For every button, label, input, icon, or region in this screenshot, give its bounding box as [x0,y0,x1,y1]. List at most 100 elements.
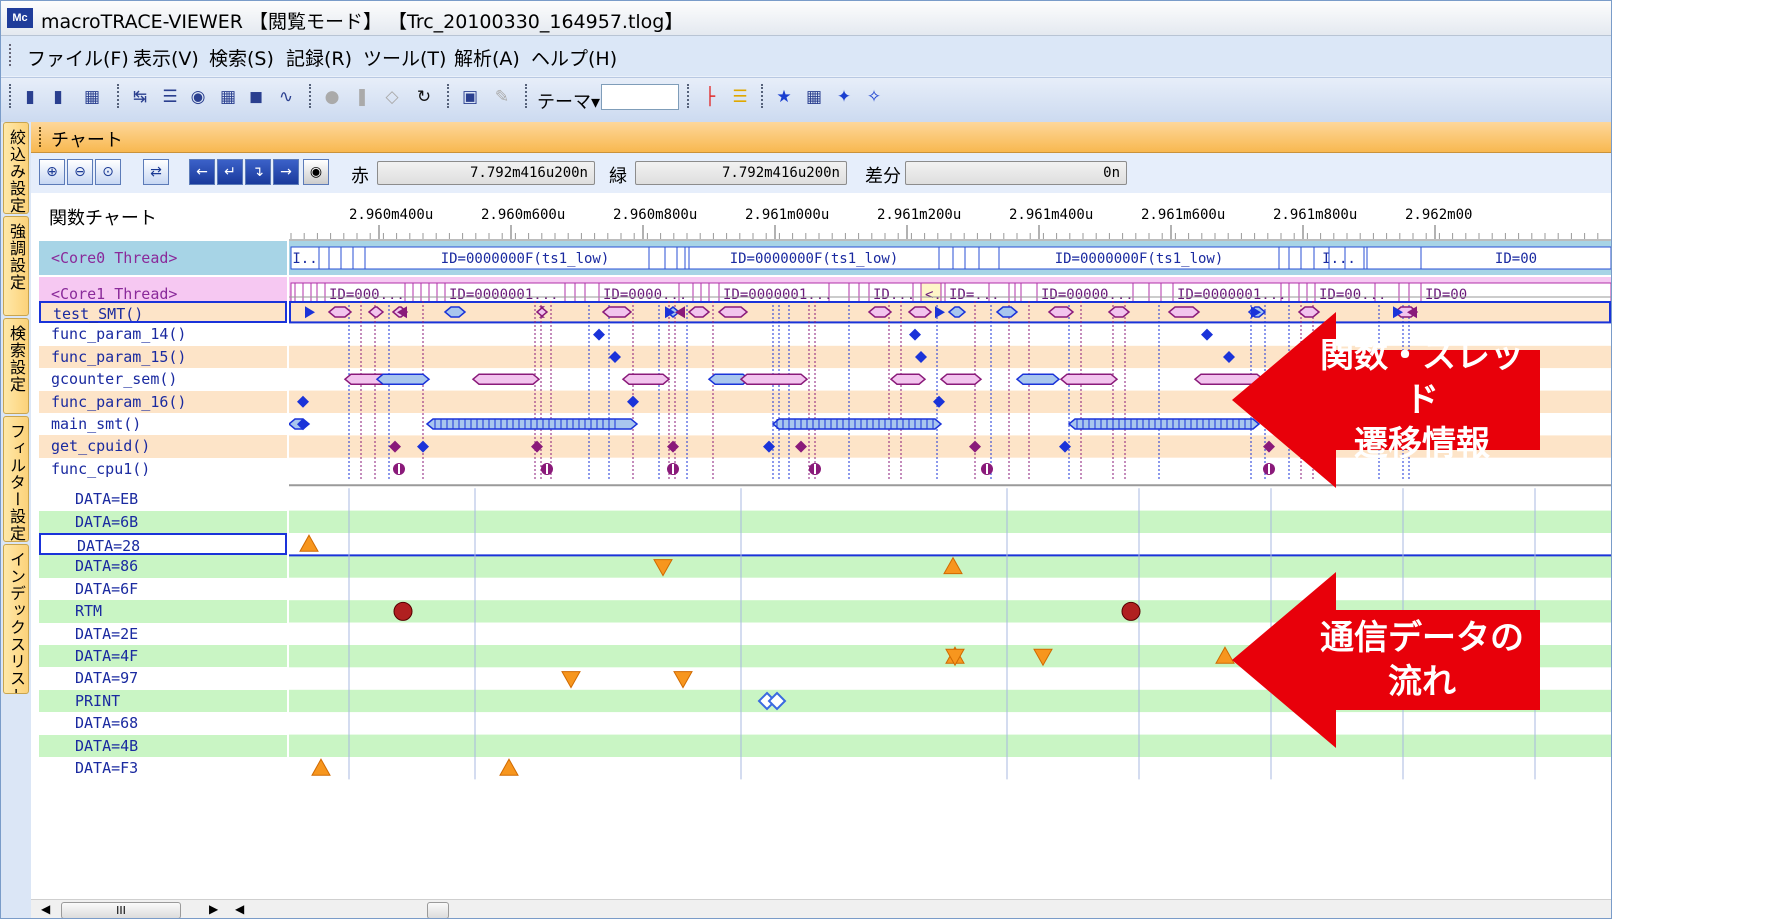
data-row-label[interactable]: DATA=F3 [39,757,287,780]
function-chart: 関数チャート <Core0 Thread> <Core1 Thread> test_… [31,193,1611,918]
scroll-thumb-chart[interactable] [427,902,449,918]
data-row-label[interactable]: DATA=2E [39,622,287,645]
row-name-column: 関数チャート <Core0 Thread> <Core1 Thread> test_… [39,193,287,918]
tab-index-list[interactable]: インデックスリスト [3,544,29,694]
pen-icon[interactable]: ✎ [491,86,513,108]
function-row-label[interactable]: func_cpu1() [39,457,287,481]
next-bookmark-icon[interactable]: ✧ [863,86,885,108]
function-row-label[interactable]: gcounter_sem() [39,368,287,391]
jump-down-right-icon[interactable]: ↴ [245,159,271,185]
prev-bookmark-icon[interactable]: ✦ [833,86,855,108]
function-call-bar [907,306,933,318]
waveform-icon[interactable]: ∿ [275,86,297,108]
zoom-fit-icon[interactable]: ⊙ [95,159,121,185]
time-tick-label: 2.960m800u [613,207,697,223]
zoom-in-icon[interactable]: ⊕ [39,159,65,185]
camera-icon[interactable]: ◉ [303,159,329,185]
thread-row-label[interactable]: <Core0 Thread> [39,241,287,275]
data-row-label[interactable]: DATA=68 [39,712,287,735]
grid-icon[interactable]: ▦ [217,86,239,108]
function-row-label[interactable]: main_smt() [39,413,287,436]
bookmark-list-icon[interactable]: ▦ [803,86,825,108]
diff-field: 0n [905,161,1127,185]
record-dot-icon[interactable]: ● [321,86,343,108]
function-call-bar [1059,373,1119,385]
tab-emphasis-settings[interactable]: 強調設定 [3,216,29,316]
function-row-label[interactable]: get_cpuid() [39,435,287,458]
export-icon[interactable]: ▣ [459,86,481,108]
menu-bar: ファイル(F) 表示(V) 検索(S) 記録(R) ツール(T) 解析(A) ヘ… [1,36,1611,76]
chart-axis-title: 関数チャート [49,208,157,229]
zoom-out-icon[interactable]: ⊖ [67,159,93,185]
menu-file[interactable]: ファイル(F) [27,44,129,71]
title-bar: Mc macroTRACE-VIEWER 【閲覧モード】 【Trc_201003… [1,1,1611,36]
time-tick-label: 2.960m600u [481,207,565,223]
time-tick-label: 2.961m400u [1009,207,1093,223]
jump-up-left-icon[interactable]: ↵ [217,159,243,185]
record-icon[interactable]: ◉ [187,86,209,108]
data-row-label[interactable]: DATA=6B [39,510,287,533]
refresh-icon[interactable]: ↻ [413,86,435,108]
data-row-label[interactable]: DATA=97 [39,667,287,690]
toolbar-grip [117,84,122,108]
tag-icon[interactable]: ◇ [381,86,403,108]
scroll-left-icon[interactable]: ◀ [235,902,244,916]
theme-input[interactable] [601,84,679,110]
chart-canvas: 2.960m400u 2.960m600u 2.960m800u 2.961m000u… [289,193,1611,780]
monitor-icon[interactable]: ◼ [245,86,267,108]
thread-segment-label: ID=0000001... [1177,287,1287,303]
data-row-band [289,510,1611,533]
tab-search-settings[interactable]: 検索設定 [3,318,29,414]
marker-icon[interactable]: ├ [699,86,721,108]
tab-narrowing-settings[interactable]: 絞込み設定 [3,122,29,214]
pause-icon[interactable]: ❚ [351,86,373,108]
callout-line: 関数・スレッド [1320,336,1524,420]
menu-view[interactable]: 表示(V) [133,44,199,71]
menu-tools[interactable]: ツール(T) [363,44,446,71]
thread-segment-label: ID=0000000F(ts1_low) [1055,251,1224,267]
menu-analysis[interactable]: 解析(A) [454,44,520,71]
jump-right-icon[interactable]: → [273,159,299,185]
theme-dropdown[interactable]: テーマ▾ [537,88,600,114]
time-tick-label: 2.961m800u [1273,207,1357,223]
document-icon[interactable]: ▦ [81,86,103,108]
data-row-label[interactable]: DATA=6F [39,577,287,601]
data-row-label[interactable]: DATA=EB [39,488,287,511]
scroll-thumb-names[interactable]: III [61,902,181,918]
function-call-bar [771,418,943,430]
chart-plot-area[interactable]: 2.960m400u 2.960m600u 2.960m800u 2.961m000u… [289,193,1611,918]
function-row-label[interactable]: func_param_15() [39,345,287,369]
thread-segment-label: <. [925,287,942,303]
function-call-bar [867,306,893,318]
menu-record[interactable]: 記録(R) [286,44,352,71]
highlight-icon[interactable]: ☰ [729,86,751,108]
data-row-label[interactable]: PRINT [39,689,287,713]
jump-left-icon[interactable]: ← [189,159,215,185]
open-icon[interactable]: ▮ [19,86,41,108]
star-icon[interactable]: ★ [773,86,795,108]
function-row-label[interactable]: func_param_14() [39,323,287,346]
horizontal-scrollbar[interactable]: ◀ III ▶ ◀ [31,899,1611,918]
list-icon[interactable]: ☰ [159,86,181,108]
function-row-label[interactable]: test_SMT() [39,301,287,324]
data-row-label[interactable]: DATA=4F [39,645,287,668]
function-call-bar [1047,306,1075,318]
toolbar-grip [525,84,530,108]
data-row-label[interactable]: DATA=86 [39,555,287,578]
sync-icon[interactable]: ⇄ [143,159,169,185]
menu-help[interactable]: ヘルプ(H) [531,44,617,71]
menu-search[interactable]: 検索(S) [209,44,274,71]
save-icon[interactable]: ▮ [47,86,69,108]
data-row-label[interactable]: RTM [39,600,287,623]
scroll-left-icon[interactable]: ◀ [41,902,50,916]
function-row-label[interactable]: func_param_16() [39,390,287,413]
callout-line: 遷移情報 [1354,424,1490,464]
data-row-label[interactable]: DATA=28 [39,533,287,556]
scroll-right-icon[interactable]: ▶ [209,902,218,916]
layout-icon[interactable]: ↹ [129,86,151,108]
thread-segment-label: ID=... [949,287,1000,303]
callout-communication-data: 通信データの 流れ [1232,572,1542,748]
tab-filter-settings[interactable]: フィルター設定 [3,416,29,542]
thread-segment-label: ID=0000000F(ts1_low) [441,251,610,267]
data-row-label[interactable]: DATA=4B [39,734,287,757]
